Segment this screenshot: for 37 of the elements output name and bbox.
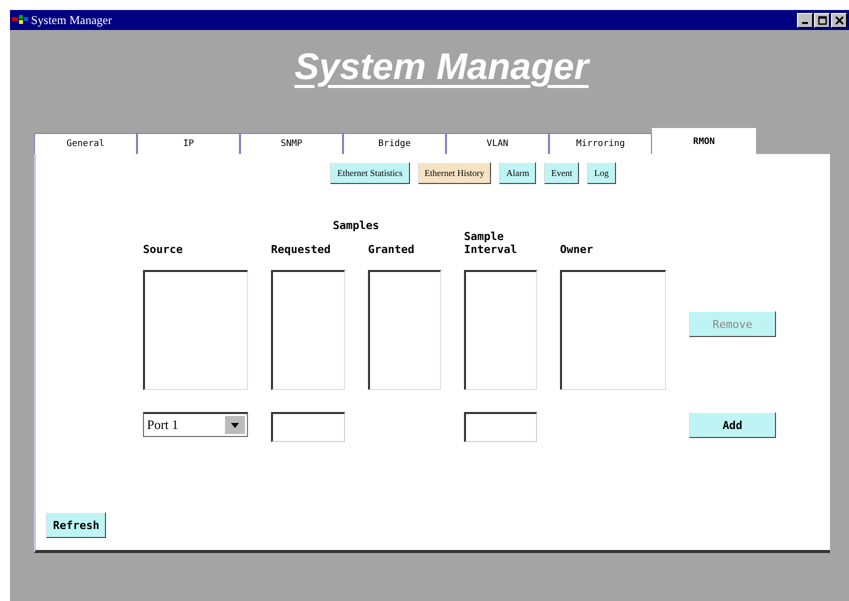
column-header: Granted [368,243,416,258]
subtab-button[interactable]: Log [587,162,616,184]
column-header: Requested [271,243,332,258]
window-title: System Manager [31,12,112,28]
app-icon [12,14,28,26]
column-header: Owner [560,243,594,258]
tab[interactable]: IP [137,133,240,154]
close-icon [834,16,844,24]
tab[interactable]: Bridge [343,133,446,154]
list-box[interactable] [368,270,441,390]
tab[interactable]: VLAN [446,133,549,154]
page-heading: System Manager [294,46,589,88]
subtab-button[interactable]: Ethernet History [418,162,492,184]
subtab-button[interactable]: Alarm [499,162,536,184]
tab[interactable]: Mirroring [549,133,652,154]
refresh-button[interactable]: Refresh [46,512,106,538]
subtab-button[interactable]: Event [544,162,580,184]
maximize-icon [818,16,826,24]
column-header: Source [143,243,184,258]
minimize-icon [802,22,808,24]
list-box[interactable] [143,270,248,390]
column-header: Sample Interval [464,230,518,258]
list-box[interactable] [271,270,345,390]
list-box[interactable] [464,270,537,390]
tab[interactable]: RMON [652,128,756,154]
list-box[interactable] [560,270,666,390]
source-dropdown[interactable]: Port 1 [143,412,248,437]
tab[interactable]: General [34,133,137,154]
add-button[interactable]: Add [689,412,776,438]
maximize-button[interactable] [814,12,830,28]
requested-input-field[interactable] [271,412,345,442]
tab[interactable]: SNMP [240,133,343,154]
interval-input-field[interactable] [464,412,537,442]
close-button[interactable] [831,12,847,28]
minimize-button[interactable] [797,12,813,28]
column-group-header: Samples [332,219,380,234]
subtab-button[interactable]: Ethernet Statistics [330,162,410,184]
